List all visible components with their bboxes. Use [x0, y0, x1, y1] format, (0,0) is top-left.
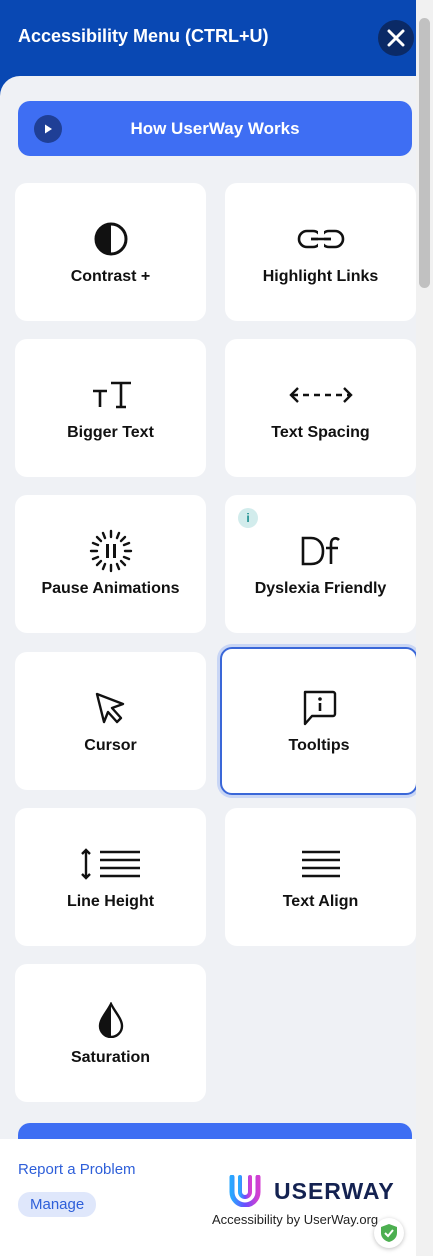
- close-button[interactable]: [378, 20, 414, 56]
- report-problem-link[interactable]: Report a Problem: [18, 1161, 136, 1178]
- userway-logo[interactable]: USERWAY: [228, 1175, 395, 1207]
- tile-text-align[interactable]: Text Align: [225, 808, 416, 946]
- tile-line-height[interactable]: Line Height: [15, 808, 206, 946]
- manage-button[interactable]: Manage: [18, 1192, 97, 1217]
- how-userway-works-button[interactable]: How UserWay Works: [18, 101, 412, 156]
- tile-label: Tooltips: [288, 737, 350, 754]
- tile-label: Bigger Text: [67, 424, 154, 441]
- tile-tooltips[interactable]: Tooltips: [220, 647, 418, 795]
- footer: Report a Problem Manage USERWAY Accessib…: [0, 1139, 416, 1256]
- tile-label: Highlight Links: [262, 268, 379, 285]
- tile-label: Contrast +: [70, 268, 151, 285]
- info-badge[interactable]: i: [238, 508, 258, 528]
- cursor-icon: [95, 692, 124, 724]
- dyslexia-font-icon: [301, 536, 340, 566]
- play-icon: [34, 115, 62, 143]
- saturation-icon: [98, 1002, 123, 1038]
- tile-label: Line Height: [66, 893, 155, 910]
- tile-bigger-text[interactable]: Bigger Text: [15, 339, 206, 477]
- pause-animations-icon: [89, 529, 132, 573]
- text-spacing-icon: [288, 387, 353, 403]
- tile-dyslexia-friendly[interactable]: i Dyslexia Friendly: [225, 495, 416, 633]
- tile-pause-animations[interactable]: Pause Animations: [15, 495, 206, 633]
- tile-saturation[interactable]: Saturation: [15, 964, 206, 1102]
- userway-logo-icon: [229, 1175, 261, 1207]
- scrollbar-thumb[interactable]: [419, 18, 430, 288]
- tile-label: Dyslexia Friendly: [254, 580, 387, 597]
- tooltip-icon: [303, 690, 337, 726]
- shield-icon[interactable]: [374, 1218, 404, 1248]
- text-align-icon: [301, 850, 340, 878]
- tile-cursor[interactable]: Cursor: [15, 652, 206, 790]
- contrast-icon: [94, 222, 127, 256]
- menu-title: Accessibility Menu (CTRL+U): [18, 26, 269, 46]
- text-size-icon: [92, 381, 131, 409]
- how-userway-works-label: How UserWay Works: [130, 118, 300, 138]
- tile-highlight-links[interactable]: Highlight Links: [225, 183, 416, 321]
- brand-tagline: Accessibility by UserWay.org: [212, 1212, 379, 1227]
- tile-label: Text Spacing: [271, 424, 370, 441]
- tile-label: Pause Animations: [41, 580, 180, 597]
- tile-label: Cursor: [84, 737, 137, 754]
- tile-label: Saturation: [70, 1049, 151, 1066]
- tile-label: Text Align: [282, 893, 359, 910]
- link-icon: [297, 229, 344, 249]
- brand-name: USERWAY: [274, 1177, 395, 1204]
- line-height-icon: [80, 848, 140, 880]
- close-icon: [387, 29, 405, 47]
- tile-contrast[interactable]: Contrast +: [15, 183, 206, 321]
- tile-text-spacing[interactable]: Text Spacing: [225, 339, 416, 477]
